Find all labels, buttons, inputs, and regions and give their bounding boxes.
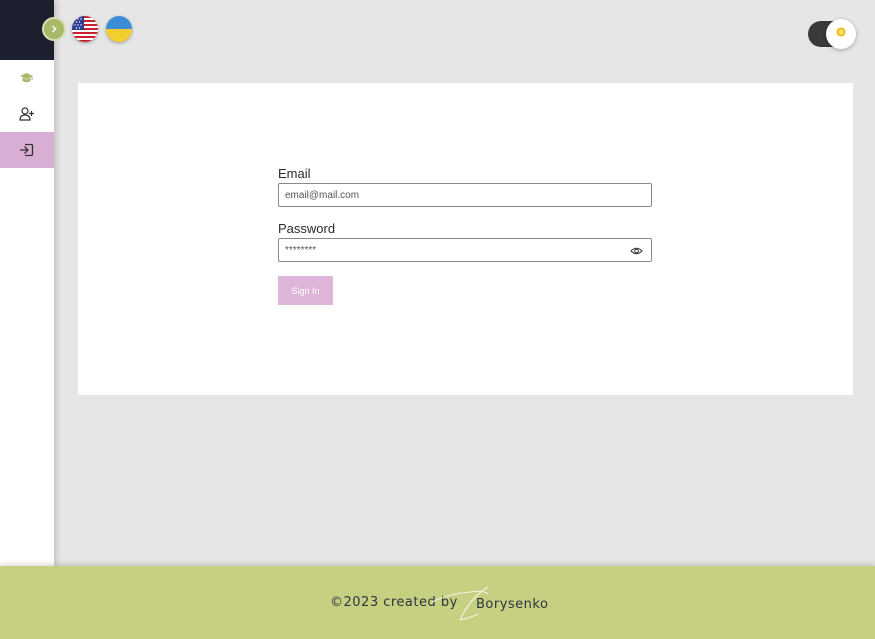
email-field-wrapper xyxy=(278,183,652,207)
language-uk-button[interactable] xyxy=(106,16,132,42)
password-field[interactable] xyxy=(279,239,651,261)
chevron-right-icon xyxy=(50,20,58,38)
password-label: Password xyxy=(278,221,336,236)
language-en-button[interactable] xyxy=(72,16,98,42)
password-field-wrapper xyxy=(278,238,652,262)
eye-icon[interactable] xyxy=(630,244,643,256)
sidebar xyxy=(0,0,54,566)
sidebar-toggle-button[interactable] xyxy=(42,17,66,41)
theme-toggle-knob xyxy=(826,19,856,49)
ukraine-flag-icon xyxy=(106,16,132,42)
login-form: Email Password Sign In xyxy=(278,166,652,305)
login-card: Email Password Sign In xyxy=(78,83,853,395)
sidebar-item-courses[interactable] xyxy=(0,60,54,96)
sidebar-item-sign-up[interactable] xyxy=(0,96,54,132)
add-user-icon xyxy=(19,107,35,121)
email-label: Email xyxy=(278,166,311,181)
theme-toggle[interactable] xyxy=(808,19,856,49)
author-link[interactable]: Borysenko xyxy=(476,597,548,612)
footer: ©2023 created by Borysenko xyxy=(0,566,875,639)
sign-in-icon xyxy=(19,143,34,157)
email-field[interactable] xyxy=(279,184,651,206)
sign-in-button[interactable]: Sign In xyxy=(278,276,333,305)
us-flag-icon xyxy=(72,16,98,42)
sidebar-item-sign-in[interactable] xyxy=(0,132,54,168)
sun-icon xyxy=(834,25,848,44)
graduation-cap-icon xyxy=(19,72,34,85)
